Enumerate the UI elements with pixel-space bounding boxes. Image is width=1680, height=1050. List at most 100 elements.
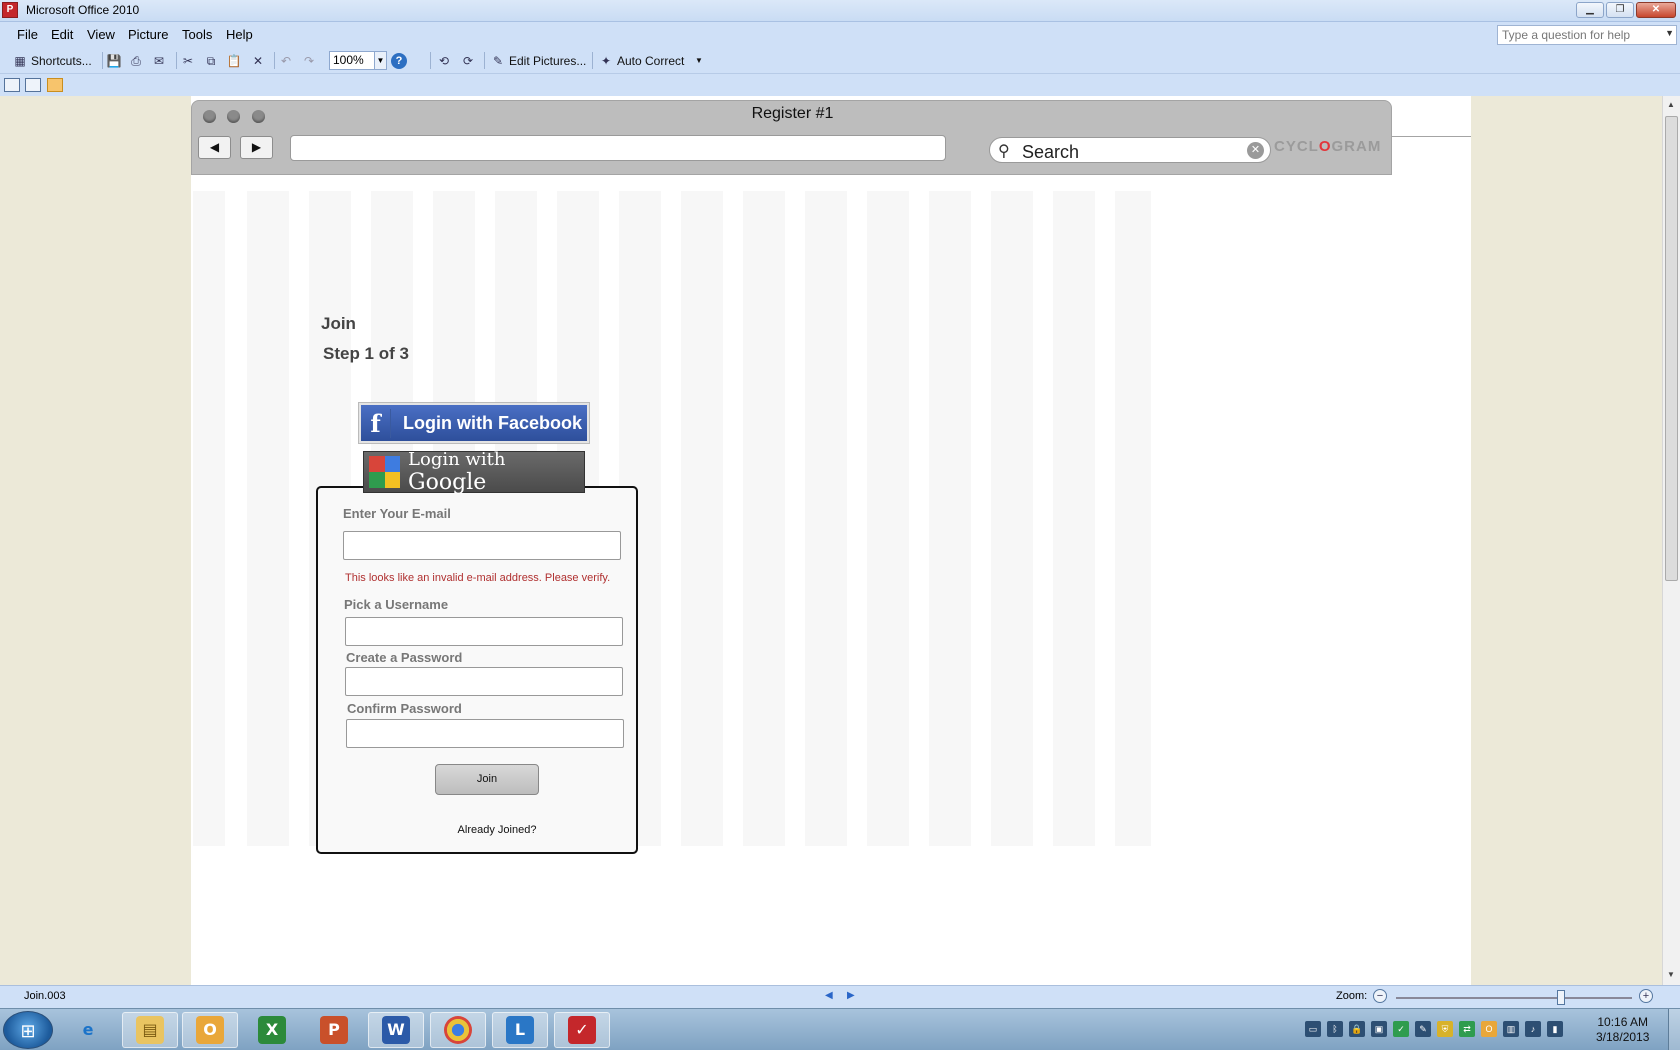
show-desktop-button[interactable]: [1668, 1009, 1680, 1050]
toolbar-options-button[interactable]: ▼: [695, 51, 703, 70]
undo-button[interactable]: ↶: [278, 51, 294, 70]
confirm-password-field[interactable]: [346, 719, 624, 748]
address-bar[interactable]: [290, 135, 946, 161]
mockup-window-title: Register #1: [751, 105, 834, 122]
edit-pictures-label: Edit Pictures...: [509, 53, 587, 68]
cut-button[interactable]: ✂: [180, 51, 196, 70]
menu-edit[interactable]: Edit: [51, 27, 73, 42]
menu-picture[interactable]: Picture: [128, 27, 168, 42]
toolbar-separator: [176, 52, 177, 69]
outlook-icon: O: [196, 1016, 224, 1044]
lock-icon[interactable]: 🔒: [1349, 1021, 1365, 1037]
redo-button[interactable]: ↷: [301, 51, 317, 70]
login-google-button[interactable]: Login with Google: [363, 449, 585, 495]
help-search-input[interactable]: Type a question for help ▼: [1497, 25, 1677, 45]
edit-pictures-icon: ✎: [492, 53, 504, 68]
rotate-left-button[interactable]: ⟲: [436, 51, 452, 70]
chevron-down-icon[interactable]: ▼: [374, 52, 386, 69]
action-center-icon[interactable]: ▭: [1305, 1021, 1321, 1037]
outlook-tray-icon[interactable]: O: [1481, 1021, 1497, 1037]
auto-correct-button[interactable]: ✦ Auto Correct: [598, 51, 684, 70]
zoom-out-icon[interactable]: −: [1373, 989, 1387, 1003]
taskbar-internet-explorer[interactable]: e: [60, 1012, 116, 1048]
taskbar-word[interactable]: W: [368, 1012, 424, 1048]
redo-icon: ↷: [303, 53, 315, 68]
single-picture-view-icon[interactable]: [47, 78, 63, 92]
clock-time: 10:16 AM: [1597, 1015, 1649, 1029]
already-joined-link[interactable]: Already Joined?: [318, 824, 676, 836]
username-field[interactable]: [345, 617, 623, 646]
back-button[interactable]: ◀: [198, 136, 231, 159]
powerpoint-icon: P: [320, 1016, 348, 1044]
start-button[interactable]: ⊞: [3, 1011, 53, 1049]
scroll-thumb[interactable]: [1665, 116, 1678, 581]
taskbar-picture-manager[interactable]: ✓: [554, 1012, 610, 1048]
edit-pictures-button[interactable]: ✎ Edit Pictures...: [490, 51, 586, 70]
sync-icon[interactable]: ⇄: [1459, 1021, 1475, 1037]
brand-prefix: CYCL: [1274, 138, 1319, 155]
help-icon[interactable]: ?: [391, 53, 407, 69]
taskbar-chrome[interactable]: [430, 1012, 486, 1048]
taskbar-powerpoint[interactable]: P: [306, 1012, 362, 1048]
menu-bar: File Edit View Picture Tools Help Type a…: [0, 22, 1680, 47]
menu-view[interactable]: View: [87, 27, 115, 42]
picture-manager-icon[interactable]: P: [2, 2, 18, 18]
copy-button[interactable]: ⧉: [203, 51, 219, 70]
previous-picture-icon[interactable]: ◀: [825, 990, 833, 1001]
brand-accent: O: [1318, 138, 1332, 155]
system-clock[interactable]: 10:16 AM 3/18/2013: [1596, 1015, 1649, 1045]
forward-button[interactable]: ▶: [240, 136, 273, 159]
taskbar-lync[interactable]: L: [492, 1012, 548, 1048]
email-field[interactable]: [343, 531, 621, 560]
password-field[interactable]: [345, 667, 623, 696]
thumbnail-view-icon[interactable]: [4, 78, 20, 92]
grid-column: [1115, 191, 1151, 846]
bluetooth-icon[interactable]: ᛒ: [1327, 1021, 1343, 1037]
zoom-in-icon[interactable]: +: [1639, 989, 1653, 1003]
menu-tools[interactable]: Tools: [182, 27, 212, 42]
delete-icon: ✕: [252, 53, 264, 68]
pen-icon[interactable]: ✎: [1415, 1021, 1431, 1037]
minimize-button[interactable]: ▁: [1576, 2, 1604, 18]
cyclogram-logo: CYCLOGRAM: [1274, 138, 1381, 155]
email-button[interactable]: ✉: [151, 51, 167, 70]
taskbar-windows-explorer[interactable]: ▤: [122, 1012, 178, 1048]
filmstrip-view-icon[interactable]: [25, 78, 41, 92]
help-search-placeholder: Type a question for help: [1502, 28, 1631, 42]
restore-button[interactable]: ❐: [1606, 2, 1634, 18]
zoom-slider-thumb[interactable]: [1557, 990, 1566, 1005]
shield-icon[interactable]: ⛨: [1437, 1021, 1453, 1037]
paste-button[interactable]: 📋: [226, 51, 242, 70]
scroll-up-icon[interactable]: ▲: [1667, 100, 1675, 109]
scroll-down-icon[interactable]: ▼: [1667, 970, 1675, 979]
zoom-slider[interactable]: [1396, 997, 1632, 999]
taskbar-excel[interactable]: X: [244, 1012, 300, 1048]
taskbar-outlook[interactable]: O: [182, 1012, 238, 1048]
network-icon[interactable]: ▥: [1503, 1021, 1519, 1037]
delete-button[interactable]: ✕: [250, 51, 266, 70]
menu-help[interactable]: Help: [226, 27, 253, 42]
next-picture-icon[interactable]: ▶: [847, 990, 855, 1001]
monitor-icon[interactable]: ▣: [1371, 1021, 1387, 1037]
volume-icon[interactable]: ♪: [1525, 1021, 1541, 1037]
menu-file[interactable]: File: [17, 27, 38, 42]
security-icon[interactable]: ✓: [1393, 1021, 1409, 1037]
rotate-right-button[interactable]: ⟳: [460, 51, 476, 70]
shortcuts-button[interactable]: ▦ Shortcuts...: [12, 51, 91, 70]
power-icon[interactable]: ▮: [1547, 1021, 1563, 1037]
join-button[interactable]: Join: [435, 764, 539, 795]
close-button[interactable]: ✕: [1636, 2, 1676, 18]
login-facebook-button[interactable]: f Login with Facebook: [359, 403, 589, 443]
confirm-password-label: Confirm Password: [347, 701, 462, 716]
print-button[interactable]: ⎙: [128, 51, 144, 70]
rotate-right-icon: ⟳: [462, 53, 474, 68]
search-input[interactable]: ⚲ Search ✕: [989, 137, 1271, 163]
login-facebook-label: Login with Facebook: [403, 412, 582, 433]
save-button[interactable]: 💾: [106, 51, 122, 70]
zoom-select[interactable]: 100% ▼: [329, 51, 387, 70]
excel-icon: X: [258, 1016, 286, 1044]
google-word: Google: [408, 470, 487, 495]
chevron-down-icon[interactable]: ▼: [1665, 28, 1674, 38]
clear-icon[interactable]: ✕: [1247, 142, 1264, 159]
vertical-scrollbar[interactable]: ▲ ▼: [1662, 96, 1680, 985]
